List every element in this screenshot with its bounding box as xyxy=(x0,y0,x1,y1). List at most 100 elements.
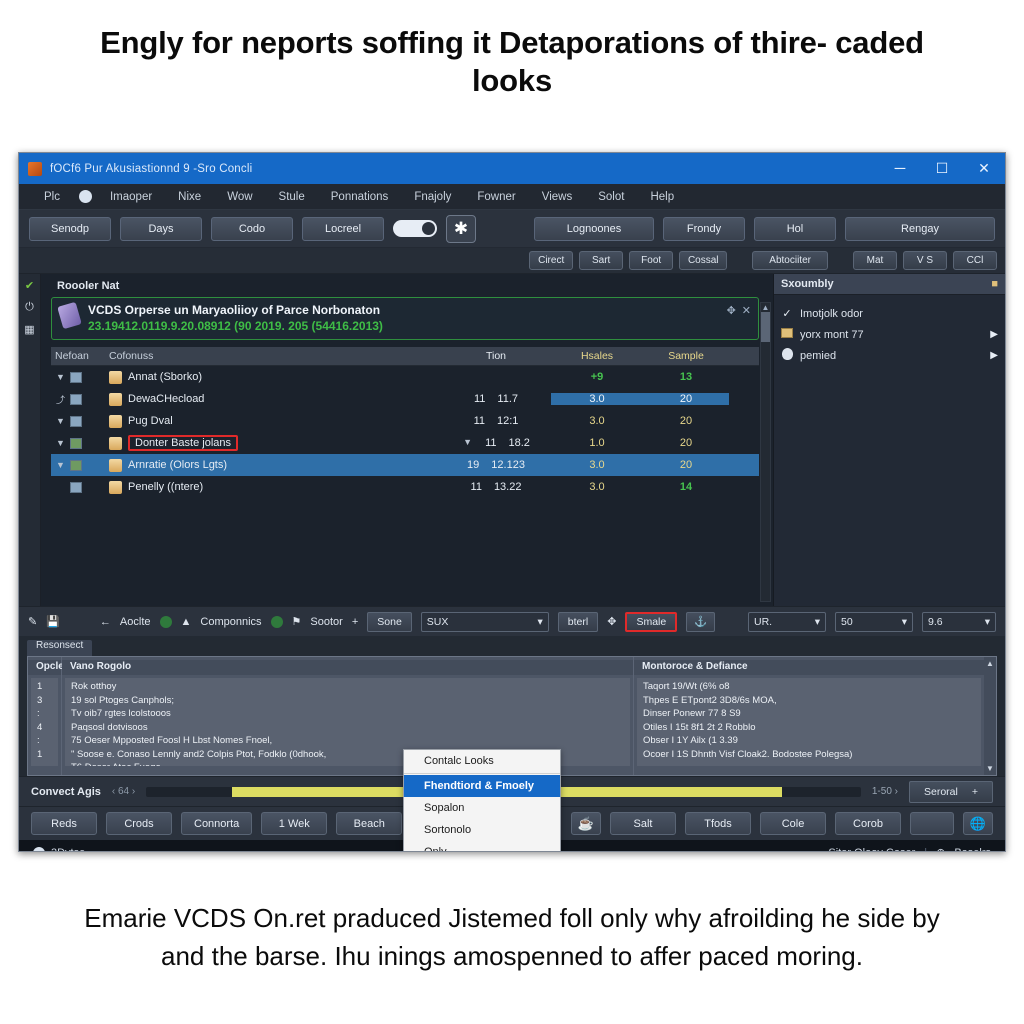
crods-button[interactable]: Crods xyxy=(106,812,172,835)
dropdown-item-sopalon[interactable]: Sopalon xyxy=(404,797,560,819)
menu-item-help[interactable]: Help xyxy=(637,184,687,210)
vertical-scrollbar[interactable]: ▲ xyxy=(760,302,771,602)
menu-item-wow[interactable]: Wow xyxy=(214,184,265,210)
expand-icon[interactable]: ⤴ xyxy=(55,393,66,406)
chevron-right-icon[interactable]: ▶ xyxy=(990,329,998,340)
column-header-sample[interactable]: Sample xyxy=(643,350,729,362)
trash-icon[interactable]: ☕ xyxy=(571,812,601,835)
column-header-tion[interactable]: Tion xyxy=(441,350,551,362)
toolbar-button-frondy[interactable]: Frondy xyxy=(663,216,745,241)
pen-icon[interactable]: ✎ xyxy=(28,615,37,628)
dropdown-item-fhendtiord[interactable]: Fhendtiord & Fmoely xyxy=(404,775,560,797)
sux-select[interactable]: SUX ▾ xyxy=(420,611,549,632)
toolbar-button-senodp[interactable]: Senodp xyxy=(29,216,111,241)
menu-item-file[interactable]: Plc xyxy=(31,184,73,210)
seroral-button[interactable]: Seroral + xyxy=(909,780,993,803)
anchor-icon[interactable]: ⚓ xyxy=(686,611,716,632)
log-scrollbar[interactable]: ▲ ▼ xyxy=(984,657,996,775)
asterisk-icon[interactable]: ✱ xyxy=(446,214,476,243)
banner-close-icon[interactable]: ✕ xyxy=(742,304,751,317)
subbar-button-ccl[interactable]: CCl xyxy=(952,251,997,270)
dropdown-item-sortonolo[interactable]: Sortonolo xyxy=(404,819,560,841)
ur-select[interactable]: UR. ▾ xyxy=(748,611,826,632)
row-dropdown-icon[interactable]: ▼ xyxy=(462,437,473,449)
subbar-button-sart[interactable]: Sart xyxy=(579,251,624,270)
toolbar-button-codo[interactable]: Codo xyxy=(211,216,293,241)
chevron-right-icon[interactable]: ▶ xyxy=(990,350,998,361)
value-select[interactable]: 9.6 ▾ xyxy=(922,611,996,632)
control-label-sootor[interactable]: Sootor xyxy=(310,616,342,628)
menu-item-solot[interactable]: Solot xyxy=(585,184,637,210)
tfods-button[interactable]: Tfods xyxy=(685,812,751,835)
salt-button[interactable]: Salt xyxy=(610,812,676,835)
fifty-select[interactable]: 50 ▾ xyxy=(835,611,913,632)
menu-item-imaoper[interactable]: Imaoper xyxy=(97,184,165,210)
list-item[interactable]: ✓ Imotjolk odor xyxy=(781,303,998,324)
context-dropdown-menu[interactable]: Contalc Looks Fhendtiord & Fmoely Sopalo… xyxy=(403,749,561,851)
chart-icon[interactable]: ▦ xyxy=(22,322,37,337)
subbar-button-abtociiter[interactable]: Abtociiter xyxy=(752,251,829,270)
maximize-icon[interactable]: ☐ xyxy=(921,153,963,184)
corob-button[interactable]: Corob xyxy=(835,812,901,835)
reds-button[interactable]: Reds xyxy=(31,812,97,835)
table-row-selected[interactable]: ▼ Arnratie (Olors Lgts) 19 12.123 3.0 20 xyxy=(51,454,759,476)
chevron-down-icon[interactable]: ▼ xyxy=(55,372,66,382)
check-icon[interactable]: ✔ xyxy=(22,278,37,293)
dropdown-item-only[interactable]: Only xyxy=(404,841,560,851)
sone-button[interactable]: Sone xyxy=(367,611,412,632)
menu-item-views[interactable]: Views xyxy=(529,184,585,210)
menu-item-nixe[interactable]: Nixe xyxy=(165,184,214,210)
control-label-aoclte[interactable]: Aoclte xyxy=(120,616,151,628)
table-row[interactable]: ▼ Pug Dval 11 12:1 3.0 20 xyxy=(51,410,759,432)
plus-icon[interactable]: + xyxy=(352,616,358,628)
right-panel-icon[interactable]: ■ xyxy=(991,278,998,290)
control-label-componnics[interactable]: Componnics xyxy=(200,616,261,628)
cole-button[interactable]: Cole xyxy=(760,812,826,835)
column-header-nefoan[interactable]: Nefoan xyxy=(51,350,107,362)
bterl-button[interactable]: bterl xyxy=(557,611,599,632)
chevron-down-icon[interactable]: ▼ xyxy=(55,438,66,448)
toolbar-button-locreel[interactable]: Locreel xyxy=(302,216,384,241)
menu-item-ponnations[interactable]: Ponnations xyxy=(318,184,402,210)
menu-item-fowner[interactable]: Fowner xyxy=(464,184,528,210)
scroll-up-arrow[interactable]: ▲ xyxy=(986,659,994,668)
column-header-cofonuss[interactable]: Cofonuss xyxy=(107,350,441,362)
table-row[interactable]: ▼ Donter Baste jolans ▼ 11 18.2 1.0 20 xyxy=(51,432,759,454)
toolbar-button-lognoones[interactable]: Lognoones xyxy=(534,216,654,241)
scroll-down-arrow[interactable]: ▼ xyxy=(986,764,994,773)
table-row[interactable]: Penelly ((ntere) 11 13.22 3.0 14 xyxy=(51,476,759,498)
table-row[interactable]: ▼ Annat (Sborko) +9 13 xyxy=(51,366,759,388)
toolbar-toggle-switch[interactable] xyxy=(393,220,437,237)
beach-button[interactable]: Beach xyxy=(336,812,403,835)
menu-item-stule[interactable]: Stule xyxy=(266,184,318,210)
menu-item-fnajoly[interactable]: Fnajoly xyxy=(401,184,464,210)
scroll-up-arrow[interactable]: ▲ xyxy=(761,303,770,312)
subbar-button-cossal[interactable]: Cossal xyxy=(679,251,728,270)
chevron-down-icon[interactable]: ▼ xyxy=(55,416,66,426)
close-icon[interactable]: ✕ xyxy=(963,153,1005,184)
blank-button[interactable] xyxy=(910,812,954,835)
plug-icon[interactable]: ⏻ xyxy=(22,300,37,315)
toolbar-button-rengay[interactable]: Rengay xyxy=(845,216,995,241)
subbar-button-vs[interactable]: V S xyxy=(902,251,947,270)
chevron-down-icon[interactable]: ▼ xyxy=(55,460,66,470)
minimize-icon[interactable]: ─ xyxy=(879,153,921,184)
log-tab[interactable]: Resonsect xyxy=(27,640,93,656)
move-icon[interactable]: ✥ xyxy=(727,304,736,317)
column-header-hsales[interactable]: Hsales xyxy=(551,350,643,362)
subbar-button-mat[interactable]: Mat xyxy=(852,251,897,270)
back-arrow-icon[interactable]: ← xyxy=(100,616,111,628)
dropdown-item-contalc-looks[interactable]: Contalc Looks xyxy=(404,750,560,772)
scrollbar-thumb[interactable] xyxy=(761,312,770,342)
subbar-button-foot[interactable]: Foot xyxy=(629,251,674,270)
connorta-button[interactable]: Connorta xyxy=(181,812,253,835)
list-item[interactable]: pemied ▶ xyxy=(781,345,998,366)
move-icon[interactable]: ✥ xyxy=(607,615,616,628)
wek-button[interactable]: 1 Wek xyxy=(261,812,328,835)
subbar-button-cirect[interactable]: Cirect xyxy=(529,251,574,270)
list-item[interactable]: yorx mont 77 ▶ xyxy=(781,324,998,345)
toolbar-button-hol[interactable]: Hol xyxy=(754,216,836,241)
toolbar-button-days[interactable]: Days xyxy=(120,216,202,241)
table-row[interactable]: ⤴ DewaCHecload 11 11.7 3.0 20 xyxy=(51,388,759,410)
globe-icon[interactable]: 🌐 xyxy=(963,812,993,835)
